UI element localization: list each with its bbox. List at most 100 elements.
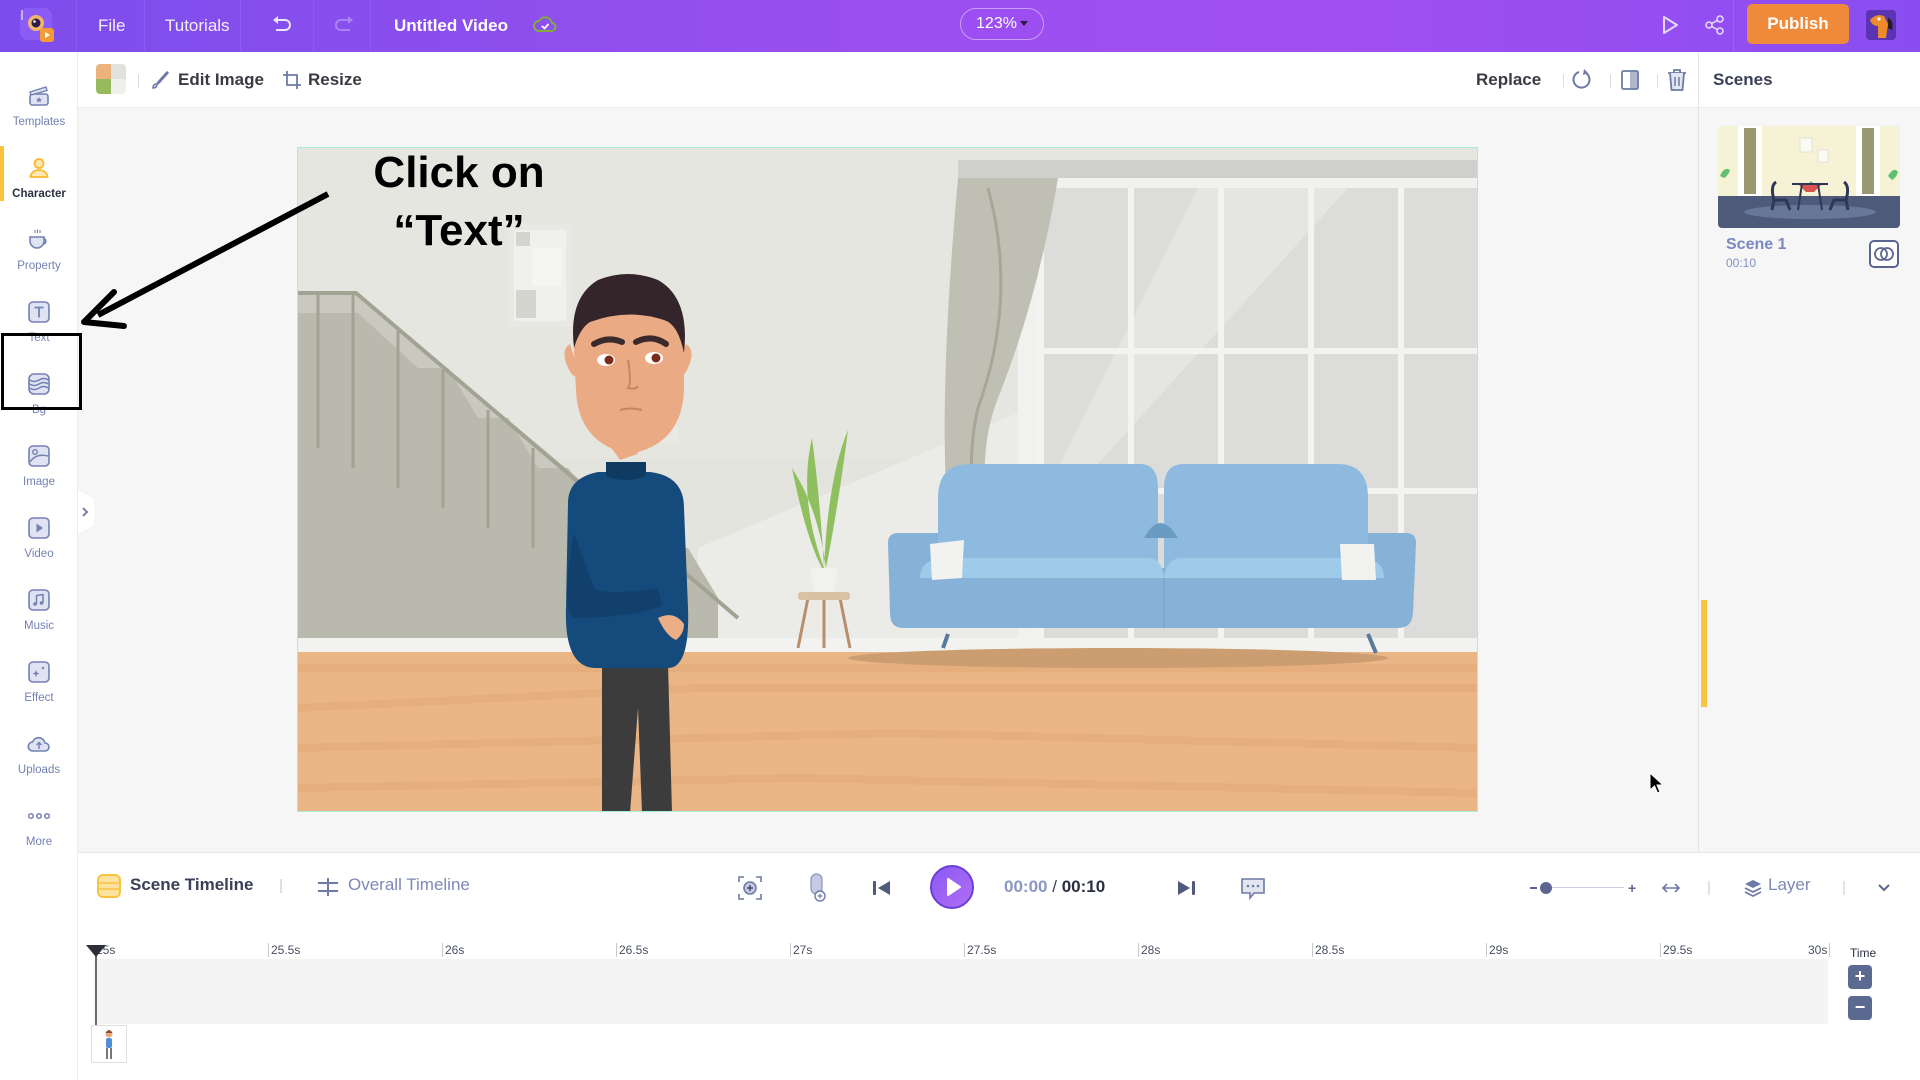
sidebar-label: Character <box>12 188 66 200</box>
divider <box>76 0 77 52</box>
plus-icon: + <box>1628 880 1637 896</box>
panel-resize-handle[interactable] <box>1701 600 1707 707</box>
edit-image-label: Edit Image <box>178 70 264 89</box>
play-outline-icon <box>1663 16 1678 34</box>
delete-button[interactable] <box>1665 67 1689 93</box>
zoom-level-dropdown[interactable]: 123% <box>960 8 1044 40</box>
ruler-tick: 29s <box>1486 943 1508 957</box>
divider <box>370 0 371 52</box>
expand-panel-button[interactable] <box>78 490 94 534</box>
time-separator: / <box>1052 877 1057 896</box>
replace-button[interactable]: Replace <box>1476 52 1541 108</box>
flip-button[interactable] <box>1618 68 1642 92</box>
publish-button[interactable]: Publish <box>1747 4 1849 44</box>
scenes-panel: Scenes Scene 1 00:10 <box>1698 52 1920 852</box>
sidebar-label: Music <box>23 620 55 632</box>
edit-image-button[interactable]: Edit Image <box>150 52 290 108</box>
overall-timeline-icon <box>316 875 340 899</box>
redo-button[interactable] <box>332 14 356 36</box>
file-menu[interactable]: File <box>98 0 125 52</box>
layer-button[interactable]: Layer <box>1744 875 1854 901</box>
resize-button[interactable]: Resize <box>282 52 382 108</box>
sidebar-label: Image <box>23 476 55 488</box>
sidebar-label: Uploads <box>17 764 61 776</box>
sidebar-item-more[interactable]: More <box>0 794 78 864</box>
scene-thumbnail[interactable] <box>1718 126 1900 228</box>
rotate-button[interactable] <box>1570 68 1594 92</box>
cloud-upload-icon <box>27 736 50 752</box>
sidebar-item-uploads[interactable]: Uploads <box>0 722 78 792</box>
annotation-line-2: “Text” <box>393 206 525 255</box>
divider <box>1733 0 1734 52</box>
ruler-tick: 30s <box>1808 943 1831 957</box>
skip-back-icon <box>873 881 890 895</box>
divider <box>1657 74 1658 88</box>
character-thumbnail <box>105 1030 113 1059</box>
undo-button[interactable] <box>270 14 294 36</box>
share-button[interactable] <box>1704 14 1726 36</box>
collapse-timeline-button[interactable] <box>1876 881 1892 895</box>
user-avatar[interactable] <box>1866 10 1896 40</box>
total-time: 00:10 <box>1061 877 1106 896</box>
slider-track <box>1548 887 1624 888</box>
playhead-handle[interactable] <box>86 945 106 957</box>
brush-icon <box>152 71 169 89</box>
sidebar-item-property[interactable]: Property <box>0 218 78 288</box>
sidebar-item-image[interactable]: Image <box>0 434 78 504</box>
project-title[interactable]: Untitled Video <box>394 0 508 52</box>
music-note-icon <box>28 589 50 611</box>
sidebar-label: Property <box>17 260 61 272</box>
time-zoom-label: Time <box>1850 946 1877 960</box>
resize-label: Resize <box>308 70 362 89</box>
scene-timeline-icon <box>97 874 121 898</box>
top-bar: File Tutorials Untitled Video 123% Publi… <box>0 0 1920 52</box>
character-track-item[interactable] <box>91 1025 127 1063</box>
time-zoom-in-button[interactable]: + <box>1848 965 1872 989</box>
scene-canvas[interactable]: Click on “Text” <box>297 147 1478 812</box>
sidebar-item-templates[interactable]: Templates <box>0 74 78 144</box>
preview-button[interactable] <box>1660 14 1680 36</box>
playhead-line <box>95 949 97 1027</box>
divider <box>1843 881 1845 895</box>
voiceover-button[interactable] <box>807 873 827 903</box>
skip-forward-button[interactable] <box>1176 879 1196 897</box>
sparkle-icon <box>28 661 50 683</box>
person-icon <box>29 158 49 178</box>
fit-timeline-button[interactable] <box>1660 879 1682 897</box>
slider-thumb[interactable] <box>1540 882 1552 894</box>
timeline-zoom-slider[interactable]: + <box>1530 879 1642 897</box>
flip-icon <box>1621 70 1639 90</box>
sidebar-item-effect[interactable]: Effect <box>0 650 78 720</box>
color-swatch-button[interactable] <box>96 64 126 94</box>
sidebar-item-character[interactable]: Character <box>0 146 78 216</box>
subtitles-button[interactable] <box>1240 877 1266 901</box>
annotation-callout: Click on “Text” <box>344 148 574 260</box>
timeline-track[interactable] <box>94 959 1828 1024</box>
divider <box>144 0 145 52</box>
scene-transition-button[interactable] <box>1869 240 1899 268</box>
speech-bubble-icon <box>1241 878 1265 901</box>
scene-name[interactable]: Scene 1 <box>1726 236 1786 254</box>
divider <box>280 879 282 893</box>
scenes-title: Scenes <box>1713 70 1773 89</box>
divider <box>1610 74 1611 88</box>
chevron-right-icon <box>82 507 89 517</box>
time-zoom-out-button[interactable]: − <box>1848 996 1872 1020</box>
play-button[interactable] <box>930 865 974 909</box>
skip-forward-icon <box>1178 881 1195 895</box>
ruler-tick: 26s <box>442 943 464 957</box>
timeline-panel: Scene Timeline Overall Timeline 00:00 / … <box>78 852 1920 1080</box>
tutorials-menu[interactable]: Tutorials <box>165 0 230 52</box>
app-logo[interactable] <box>18 6 58 46</box>
skip-back-button[interactable] <box>872 879 892 897</box>
record-screen-button[interactable] <box>737 875 763 901</box>
scene-timeline-tab[interactable]: Scene Timeline <box>130 875 253 895</box>
caret-down-icon <box>1019 21 1028 27</box>
time-readout: 00:00 / 00:10 <box>1004 877 1105 897</box>
sidebar-item-music[interactable]: Music <box>0 578 78 648</box>
ruler-tick: 25.5s <box>268 943 300 957</box>
overall-timeline-tab[interactable]: Overall Timeline <box>348 875 470 895</box>
layer-label: Layer <box>1768 875 1811 894</box>
sidebar-item-video[interactable]: Video <box>0 506 78 576</box>
target-plus-icon <box>738 876 762 900</box>
